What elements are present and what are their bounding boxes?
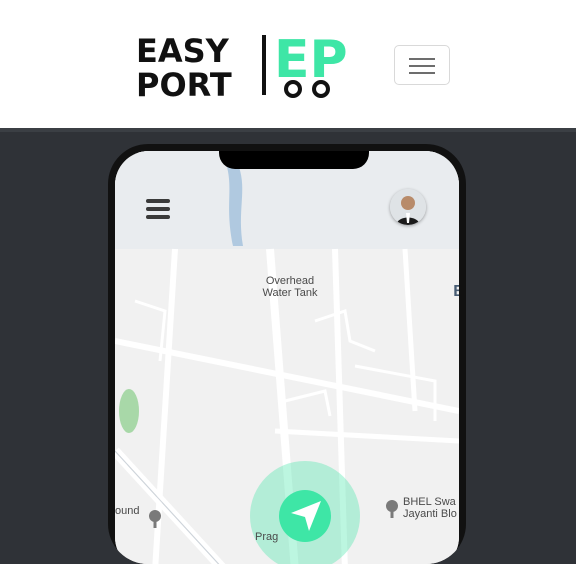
navbar: EASY PORT EP bbox=[0, 0, 576, 130]
logo-line2: PORT bbox=[136, 66, 232, 99]
phone-notch bbox=[219, 151, 369, 169]
logo-divider bbox=[262, 35, 266, 95]
logo-wheel-left bbox=[284, 80, 302, 98]
avatar[interactable] bbox=[390, 189, 426, 225]
phone-mockup: Overhead Water Tank B BHEL Swa Jayanti B… bbox=[108, 144, 466, 564]
navbar-toggle-button[interactable] bbox=[394, 45, 450, 85]
logo-wheel-right bbox=[312, 80, 330, 98]
phone-screen: Overhead Water Tank B BHEL Swa Jayanti B… bbox=[115, 151, 459, 564]
map-label-b: B bbox=[449, 284, 459, 300]
hamburger-menu-icon bbox=[409, 58, 435, 60]
easyport-logo[interactable]: EASY PORT EP bbox=[136, 30, 368, 104]
map-label-bhel: BHEL Swa Jayanti Blo bbox=[403, 496, 457, 520]
logo-mark: EP bbox=[274, 33, 348, 90]
map-label-overhead-water-tank: Overhead Water Tank bbox=[262, 275, 318, 299]
map-label-prag: Prag bbox=[255, 531, 279, 543]
logo-line1: EASY bbox=[136, 33, 230, 70]
map-label-ound: ound bbox=[115, 505, 140, 517]
menu-icon[interactable] bbox=[144, 199, 174, 221]
